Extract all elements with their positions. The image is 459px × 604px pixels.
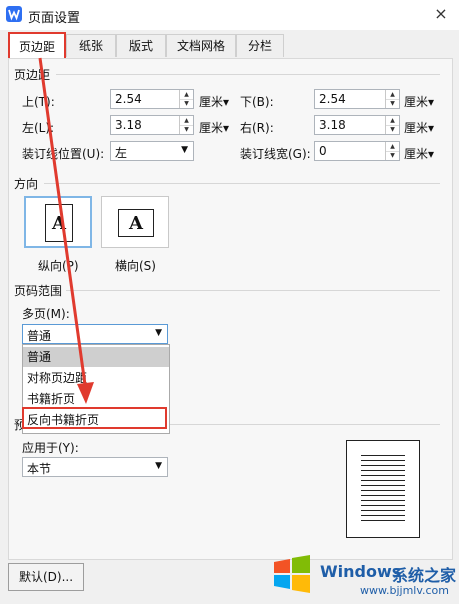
watermark: Windows 系统之家 www.bjjmlv.com bbox=[268, 548, 458, 600]
watermark-brand: Windows bbox=[320, 562, 402, 581]
watermark-url: www.bjjmlv.com bbox=[360, 584, 449, 597]
windows-logo-icon bbox=[274, 555, 310, 593]
watermark-brand-cn: 系统之家 bbox=[392, 566, 457, 585]
default-button[interactable]: 默认(D)... bbox=[8, 563, 84, 591]
annotation-arrow-icon bbox=[38, 57, 94, 404]
